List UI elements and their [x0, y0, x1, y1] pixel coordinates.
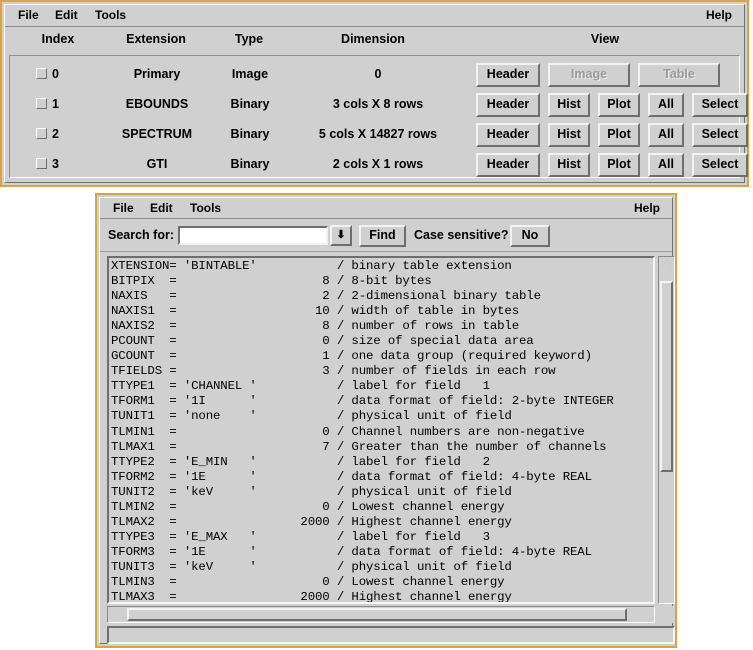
- cell-index: 3: [52, 157, 59, 171]
- cell-type: Binary: [230, 127, 270, 141]
- table-row: 0 Primary Image 0 Header Image Table: [10, 59, 739, 89]
- header-menubar: File Edit Tools Help: [100, 198, 672, 219]
- table-row: 3 GTI Binary 2 cols X 1 rows Header Hist Plot A…: [10, 149, 748, 179]
- row-checkbox[interactable]: [36, 128, 47, 139]
- search-input[interactable]: [178, 226, 328, 245]
- header-text-content: XTENSION= 'BINTABLE' / binary table exte…: [111, 259, 614, 604]
- horizontal-scrollbar-thumb[interactable]: [127, 608, 628, 621]
- status-bar: [107, 626, 675, 644]
- scroll-down-arrow-icon[interactable]: [661, 591, 673, 601]
- column-header-row: Index Extension Type Dimension View: [5, 27, 744, 54]
- table-row: 1 EBOUNDS Binary 3 cols X 8 rows Header Hist P…: [10, 89, 748, 119]
- menu-help[interactable]: Help: [701, 7, 737, 24]
- cell-extension: GTI: [146, 157, 168, 171]
- header-menu-help[interactable]: Help: [629, 200, 665, 217]
- header-button[interactable]: Header: [476, 93, 540, 117]
- all-button[interactable]: All: [648, 123, 684, 147]
- search-bar: Search for: ⬇ Find Case sensitive? No: [100, 219, 672, 252]
- header-button[interactable]: Header: [476, 63, 540, 87]
- header-button[interactable]: Header: [476, 123, 540, 147]
- column-header-view: View: [590, 32, 620, 46]
- horizontal-scrollbar[interactable]: [107, 606, 655, 623]
- cell-extension: Primary: [133, 67, 181, 81]
- cell-dimension: 3 cols X 8 rows: [332, 97, 424, 111]
- down-arrow-icon: ⬇: [336, 229, 346, 241]
- scroll-right-arrow-icon[interactable]: [642, 609, 652, 621]
- select-button[interactable]: Select: [692, 123, 748, 147]
- scrollbar-corner: [658, 606, 675, 623]
- header-text-area[interactable]: XTENSION= 'BINTABLE' / binary table exte…: [107, 256, 655, 604]
- extension-list-window-body: File Edit Tools Help Index Extension Typ…: [4, 4, 748, 183]
- header-menu-edit[interactable]: Edit: [145, 200, 178, 217]
- select-button[interactable]: Select: [692, 93, 748, 117]
- hist-button[interactable]: Hist: [548, 93, 590, 117]
- cell-index: 1: [52, 97, 59, 111]
- column-header-dimension: Dimension: [341, 32, 405, 46]
- cell-index: 0: [52, 67, 59, 81]
- header-menu-file[interactable]: File: [108, 200, 139, 217]
- header-menu-tools[interactable]: Tools: [185, 200, 226, 217]
- header-viewer-window-body: File Edit Tools Help Search for: ⬇ Find …: [99, 197, 675, 644]
- search-label: Search for:: [108, 228, 174, 242]
- cell-type: Image: [231, 67, 269, 81]
- menu-tools[interactable]: Tools: [90, 7, 131, 24]
- scroll-up-arrow-icon[interactable]: [661, 259, 673, 269]
- plot-button[interactable]: Plot: [598, 93, 640, 117]
- extension-list-panel: 0 Primary Image 0 Header Image Table 1 EBOUNDS Bi…: [9, 55, 748, 179]
- cell-dimension: 5 cols X 14827 rows: [318, 127, 438, 141]
- image-button: Image: [548, 63, 630, 87]
- scroll-left-arrow-icon[interactable]: [110, 609, 120, 621]
- column-header-extension: Extension: [126, 32, 186, 46]
- extension-list-window: File Edit Tools Help Index Extension Typ…: [0, 0, 749, 187]
- row-checkbox[interactable]: [36, 158, 47, 169]
- cell-dimension: 0: [374, 67, 382, 81]
- cell-type: Binary: [230, 157, 270, 171]
- cell-type: Binary: [230, 97, 270, 111]
- header-button[interactable]: Header: [476, 153, 540, 177]
- header-viewer-window: File Edit Tools Help Search for: ⬇ Find …: [95, 193, 677, 648]
- select-button[interactable]: Select: [692, 153, 748, 177]
- cell-dimension: 2 cols X 1 rows: [332, 157, 424, 171]
- all-button[interactable]: All: [648, 93, 684, 117]
- search-history-dropdown-button[interactable]: ⬇: [330, 225, 352, 246]
- menubar: File Edit Tools Help: [5, 5, 744, 27]
- case-sensitive-toggle[interactable]: No: [510, 225, 550, 247]
- all-button[interactable]: All: [648, 153, 684, 177]
- plot-button[interactable]: Plot: [598, 153, 640, 177]
- menu-file[interactable]: File: [13, 7, 44, 24]
- case-sensitive-label: Case sensitive?: [414, 228, 509, 242]
- hist-button[interactable]: Hist: [548, 153, 590, 177]
- plot-button[interactable]: Plot: [598, 123, 640, 147]
- column-header-index: Index: [41, 32, 75, 46]
- vertical-scrollbar[interactable]: [658, 256, 675, 604]
- cell-extension: EBOUNDS: [125, 97, 189, 111]
- find-button[interactable]: Find: [359, 225, 406, 247]
- row-checkbox[interactable]: [36, 98, 47, 109]
- row-checkbox[interactable]: [36, 68, 47, 79]
- column-header-type: Type: [234, 32, 264, 46]
- vertical-scrollbar-thumb[interactable]: [660, 281, 673, 472]
- cell-extension: SPECTRUM: [121, 127, 193, 141]
- table-row: 2 SPECTRUM Binary 5 cols X 14827 rows Header…: [10, 119, 748, 149]
- menu-edit[interactable]: Edit: [50, 7, 83, 24]
- table-button: Table: [638, 63, 720, 87]
- cell-index: 2: [52, 127, 59, 141]
- hist-button[interactable]: Hist: [548, 123, 590, 147]
